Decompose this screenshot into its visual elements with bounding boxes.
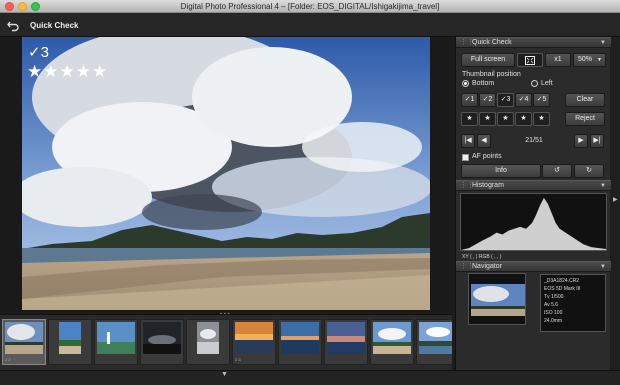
radio-left[interactable] xyxy=(531,80,538,87)
thumbnail-caption: 2 3 xyxy=(235,357,241,362)
thumbnail-caption: 2 2 xyxy=(5,357,11,362)
panel-header-quick-check[interactable]: ⋮⋮ Quick Check ▼ xyxy=(456,37,611,48)
chevron-down-icon[interactable]: ▼ xyxy=(600,181,606,191)
check-mark-5-button[interactable]: ✓5 xyxy=(533,93,550,107)
chevron-right-icon[interactable]: ▶ xyxy=(613,196,618,203)
chevron-down-icon[interactable]: ▼ xyxy=(600,38,606,48)
grip-icon: ⋮⋮ xyxy=(460,182,474,189)
panel-header-histogram[interactable]: ⋮⋮ Histogram ▼ xyxy=(456,180,611,191)
rotate-left-icon: ↺ xyxy=(554,167,560,174)
info-filename: _D3A1824.CR2 xyxy=(544,278,580,284)
radio-bottom-label: Bottom xyxy=(472,80,495,87)
back-arrow-icon[interactable] xyxy=(6,18,20,32)
first-image-button[interactable]: |◀ xyxy=(461,134,475,148)
info-shutter: Tv 1/500 xyxy=(544,294,564,300)
zoom-x1-button[interactable]: x1 xyxy=(545,53,571,67)
chevron-down-icon: ▼ xyxy=(597,57,602,63)
main-photo[interactable]: ✓3 ★★★★★ xyxy=(22,37,430,310)
toolbar-title: Quick Check xyxy=(30,21,79,30)
chevron-down-icon[interactable]: ▼ xyxy=(600,262,606,272)
thumbnail[interactable] xyxy=(416,319,452,365)
skip-first-icon: |◀ xyxy=(464,137,472,144)
panel-header-navigator[interactable]: ⋮⋮ Navigator ▼ xyxy=(456,261,611,272)
panel-edge xyxy=(611,37,620,370)
next-image-button[interactable]: ▶ xyxy=(574,134,588,148)
rating-2-star-button[interactable]: ★ xyxy=(479,112,496,126)
navigator-header-label: Navigator xyxy=(472,263,502,270)
rating-3-star-button[interactable]: ★ xyxy=(497,112,514,126)
zoom-value: 50% xyxy=(578,56,593,63)
radio-left-label: Left xyxy=(541,80,553,87)
clear-button[interactable]: Clear xyxy=(565,93,605,107)
rating-5-star-button[interactable]: ★ xyxy=(533,112,550,126)
info-camera: EOS 5D Mark III xyxy=(544,286,581,292)
thumbnail[interactable] xyxy=(278,319,322,365)
filmstrip: 2 2 2 3 xyxy=(0,314,452,370)
reject-button[interactable]: Reject xyxy=(565,112,605,126)
rotate-right-icon: ↻ xyxy=(586,167,592,174)
histogram-header-label: Histogram xyxy=(472,182,504,189)
check-mark-2-button[interactable]: ✓2 xyxy=(479,93,496,107)
radio-bottom[interactable] xyxy=(462,80,469,87)
fit-to-window-button[interactable] xyxy=(517,53,543,67)
title-bar: Digital Photo Professional 4 – [Folder: … xyxy=(0,0,620,13)
check-mark-1-button[interactable]: ✓1 xyxy=(461,93,478,107)
thumbnail-position-label: Thumbnail position xyxy=(462,71,521,78)
window-title: Digital Photo Professional 4 – [Folder: … xyxy=(180,2,440,11)
thumbnail[interactable]: 2 2 xyxy=(2,319,46,365)
info-button[interactable]: Info xyxy=(461,164,541,178)
full-screen-button[interactable]: Full screen xyxy=(461,53,515,67)
toolbar: Quick Check xyxy=(0,13,620,37)
navigator-thumbnail[interactable] xyxy=(468,273,526,325)
histogram-readout: XY ( , ) RGB ( , , ) xyxy=(462,254,502,260)
chevron-down-icon[interactable]: ▼ xyxy=(221,371,228,378)
zoom-select[interactable]: 50% ▼ xyxy=(573,53,606,67)
af-points-checkbox[interactable] xyxy=(462,154,469,161)
thumbnail[interactable] xyxy=(370,319,414,365)
image-info-box: _D3A1824.CR2 EOS 5D Mark III Tv 1/500 Av… xyxy=(540,274,606,332)
thumbnail[interactable]: 2 3 xyxy=(232,319,276,365)
info-focal-length: 24.0mm xyxy=(544,318,563,324)
fit-window-icon xyxy=(525,56,535,65)
check-mark-3-button[interactable]: ✓3 xyxy=(497,93,514,107)
rating-stars: ★★★★★ xyxy=(27,62,109,81)
image-counter: 21/51 xyxy=(525,137,543,144)
thumbnail[interactable] xyxy=(324,319,368,365)
check-mark-label: ✓3 xyxy=(28,44,49,61)
rating-4-star-button[interactable]: ★ xyxy=(515,112,532,126)
af-points-label: AF points xyxy=(472,153,502,160)
arrow-right-icon: ▶ xyxy=(578,137,584,144)
quick-check-panel: ⋮⋮ Quick Check ▼ Full screen x1 50% ▼ Th… xyxy=(455,37,611,370)
thumbnail[interactable] xyxy=(94,319,138,365)
previous-image-button[interactable]: ◀ xyxy=(477,134,491,148)
thumbnail[interactable] xyxy=(186,319,230,365)
image-viewer: ✓3 ★★★★★ • • • • xyxy=(0,37,452,324)
bottom-bar: ▼ xyxy=(0,370,620,385)
info-aperture: Av 5.6 xyxy=(544,302,559,308)
grip-icon: ⋮⋮ xyxy=(460,263,474,270)
skip-last-icon: ▶| xyxy=(593,137,601,144)
thumbnail[interactable] xyxy=(48,319,92,365)
grip-icon: ⋮⋮ xyxy=(460,39,474,46)
histogram-graph xyxy=(460,193,607,251)
info-iso: ISO 100 xyxy=(544,310,563,316)
last-image-button[interactable]: ▶| xyxy=(590,134,604,148)
thumbnail[interactable] xyxy=(140,319,184,365)
arrow-left-icon: ◀ xyxy=(481,137,487,144)
rotate-right-button[interactable]: ↻ xyxy=(574,164,604,178)
rating-1-star-button[interactable]: ★ xyxy=(461,112,478,126)
rotate-left-button[interactable]: ↺ xyxy=(542,164,572,178)
quick-check-header-label: Quick Check xyxy=(472,39,512,46)
check-mark-4-button[interactable]: ✓4 xyxy=(515,93,532,107)
